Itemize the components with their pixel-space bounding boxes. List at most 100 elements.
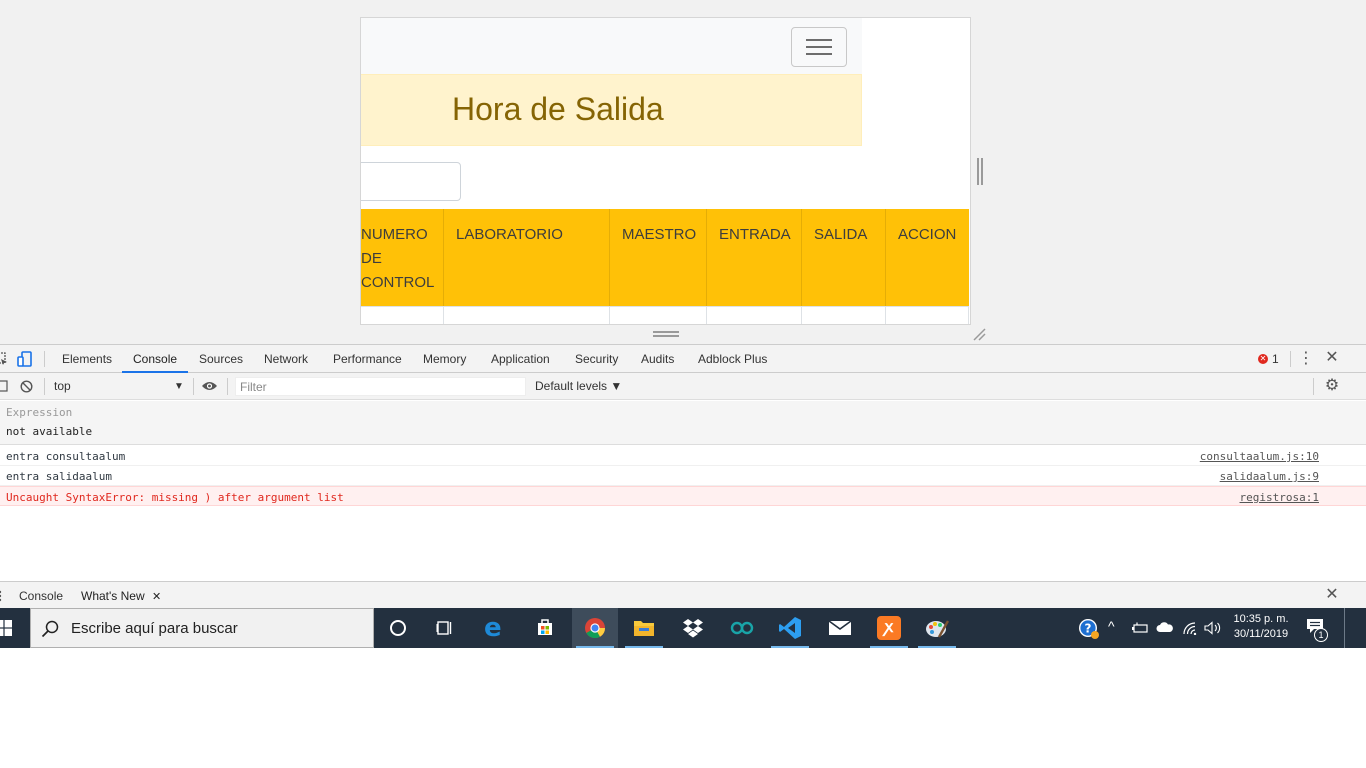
tab-memory[interactable]: Memory (423, 345, 466, 373)
error-text: Uncaught SyntaxError: missing ) after ar… (6, 491, 344, 504)
windows-taskbar: Escribe aquí para buscar e ꭗ ? ^ 10:35 p… (0, 608, 1366, 648)
show-desktop-divider[interactable] (1344, 608, 1345, 648)
tab-performance[interactable]: Performance (333, 345, 402, 373)
alert-banner: Hora de Salida (361, 74, 862, 146)
drawer-tab-bar: Console What's New ✕ ✕ (0, 581, 1366, 610)
th-accion: ACCION (886, 209, 969, 306)
file-explorer-icon[interactable] (621, 608, 667, 648)
filter-input[interactable] (235, 377, 526, 396)
log-text: entra consultaalum (6, 450, 126, 463)
resize-handle-right[interactable] (977, 158, 983, 185)
svg-text:?: ? (1085, 622, 1092, 636)
tab-network[interactable]: Network (264, 345, 308, 373)
vscode-icon[interactable] (767, 608, 813, 648)
tab-console[interactable]: Console (122, 345, 189, 373)
blank-area (0, 648, 1366, 768)
clock[interactable]: 10:35 p. m. 30/11/2019 (1228, 612, 1294, 646)
battery-icon[interactable] (1131, 622, 1149, 634)
devtools-tab-bar: Elements Console Sources Network Perform… (0, 345, 1366, 373)
tab-audits[interactable]: Audits (641, 345, 674, 373)
log-levels-dropdown[interactable]: Default levels ▼ (535, 373, 622, 400)
hamburger-menu-icon[interactable] (791, 27, 847, 67)
log-source-link[interactable]: consultaalum.js:10 (1200, 450, 1319, 463)
sidebar-toggle-icon[interactable] (0, 380, 8, 392)
close-devtools-icon[interactable]: ✕ (1324, 349, 1340, 367)
tab-sources[interactable]: Sources (199, 345, 243, 373)
volume-icon[interactable] (1204, 621, 1222, 635)
help-icon[interactable]: ? (1078, 618, 1100, 640)
expression-value: not available (6, 425, 93, 438)
search-placeholder: Escribe aquí para buscar (71, 620, 238, 637)
navbar (361, 18, 862, 74)
drawer-menu-icon[interactable] (0, 590, 6, 602)
notification-badge: 1 (1314, 628, 1328, 642)
page-title: Hora de Salida (452, 91, 664, 127)
error-count: 1 (1272, 352, 1279, 366)
clear-console-icon[interactable] (20, 380, 33, 393)
windows-start-icon[interactable] (0, 620, 12, 636)
drawer-tab-console[interactable]: Console (19, 582, 63, 610)
error-icon: ✕ (1258, 354, 1268, 364)
edge-icon[interactable]: e (474, 608, 520, 648)
chrome-icon[interactable] (572, 608, 618, 648)
drawer-tab-whats-new[interactable]: What's New ✕ (72, 582, 171, 610)
dropbox-icon[interactable] (670, 608, 716, 648)
th-entrada: ENTRADA (707, 209, 802, 306)
context-value: top (54, 379, 71, 393)
th-laboratorio: LABORATORIO (444, 209, 610, 306)
clock-time: 10:35 p. m. (1233, 613, 1289, 625)
resize-handle-bottom[interactable] (653, 331, 679, 337)
show-hidden-icons-chevron-up-icon[interactable]: ^ (1108, 618, 1115, 634)
responsive-device-frame: Hora de Salida NUMERO DE CONTROL LABORAT… (360, 17, 971, 325)
expression-label[interactable]: Expression (6, 406, 72, 419)
devtools-panel: Elements Console Sources Network Perform… (0, 344, 1366, 610)
table-cell (886, 306, 969, 324)
console-settings-gear-icon[interactable]: ⚙ (1324, 377, 1340, 395)
live-expression-eye-icon[interactable] (201, 380, 218, 392)
arduino-icon[interactable] (719, 608, 765, 648)
error-counter[interactable]: ✕ 1 (1258, 352, 1282, 366)
tab-security[interactable]: Security (575, 345, 618, 373)
console-error-message: Uncaught SyntaxError: missing ) after ar… (0, 486, 1366, 506)
console-message: entra consultaalum consultaalum.js:10 (0, 446, 1366, 466)
store-icon[interactable] (522, 608, 568, 648)
th-maestro: MAESTRO (610, 209, 707, 306)
clock-date: 30/11/2019 (1233, 628, 1289, 640)
mail-icon[interactable] (817, 608, 863, 648)
tab-elements[interactable]: Elements (62, 345, 112, 373)
action-center-icon[interactable]: 1 (1306, 618, 1332, 642)
log-source-link[interactable]: salidaalum.js:9 (1220, 470, 1319, 483)
page-viewport: Hora de Salida NUMERO DE CONTROL LABORAT… (0, 0, 1366, 344)
search-icon (41, 620, 59, 638)
wifi-icon[interactable] (1182, 621, 1198, 635)
xampp-icon[interactable]: ꭗ (866, 608, 912, 648)
task-view-icon[interactable] (422, 608, 468, 648)
search-input[interactable] (361, 162, 461, 201)
drawer-tab-label: What's New (81, 589, 145, 603)
table-cell (610, 306, 707, 324)
tab-adblock-plus[interactable]: Adblock Plus (698, 345, 767, 373)
log-source-link[interactable]: registrosa:1 (1240, 491, 1319, 504)
tab-application[interactable]: Application (491, 345, 550, 373)
onedrive-cloud-icon[interactable] (1156, 622, 1174, 633)
table-cell (444, 306, 610, 324)
table-cell (361, 306, 444, 324)
table-cell (802, 306, 886, 324)
device-toolbar-icon[interactable] (17, 351, 33, 367)
taskbar-search-box[interactable]: Escribe aquí para buscar (30, 608, 374, 648)
cortana-icon[interactable] (374, 608, 420, 648)
close-drawer-icon[interactable]: ✕ (1324, 586, 1340, 604)
console-toolbar: top ▼ Default levels ▼ ⚙ (0, 373, 1366, 400)
more-options-icon[interactable]: ⋮ (1298, 350, 1314, 368)
paint-icon[interactable] (914, 608, 960, 648)
inspect-element-icon[interactable] (0, 352, 8, 366)
th-salida: SALIDA (802, 209, 886, 306)
console-message: entra salidaalum salidaalum.js:9 (0, 466, 1366, 486)
th-numero-control: NUMERO DE CONTROL (361, 209, 444, 306)
dropdown-arrow-icon: ▼ (174, 381, 184, 392)
table-cell (707, 306, 802, 324)
resize-corner-icon[interactable] (972, 327, 986, 341)
context-selector[interactable]: top ▼ (54, 373, 186, 400)
log-text: entra salidaalum (6, 470, 112, 483)
close-tab-icon[interactable]: ✕ (152, 591, 161, 603)
